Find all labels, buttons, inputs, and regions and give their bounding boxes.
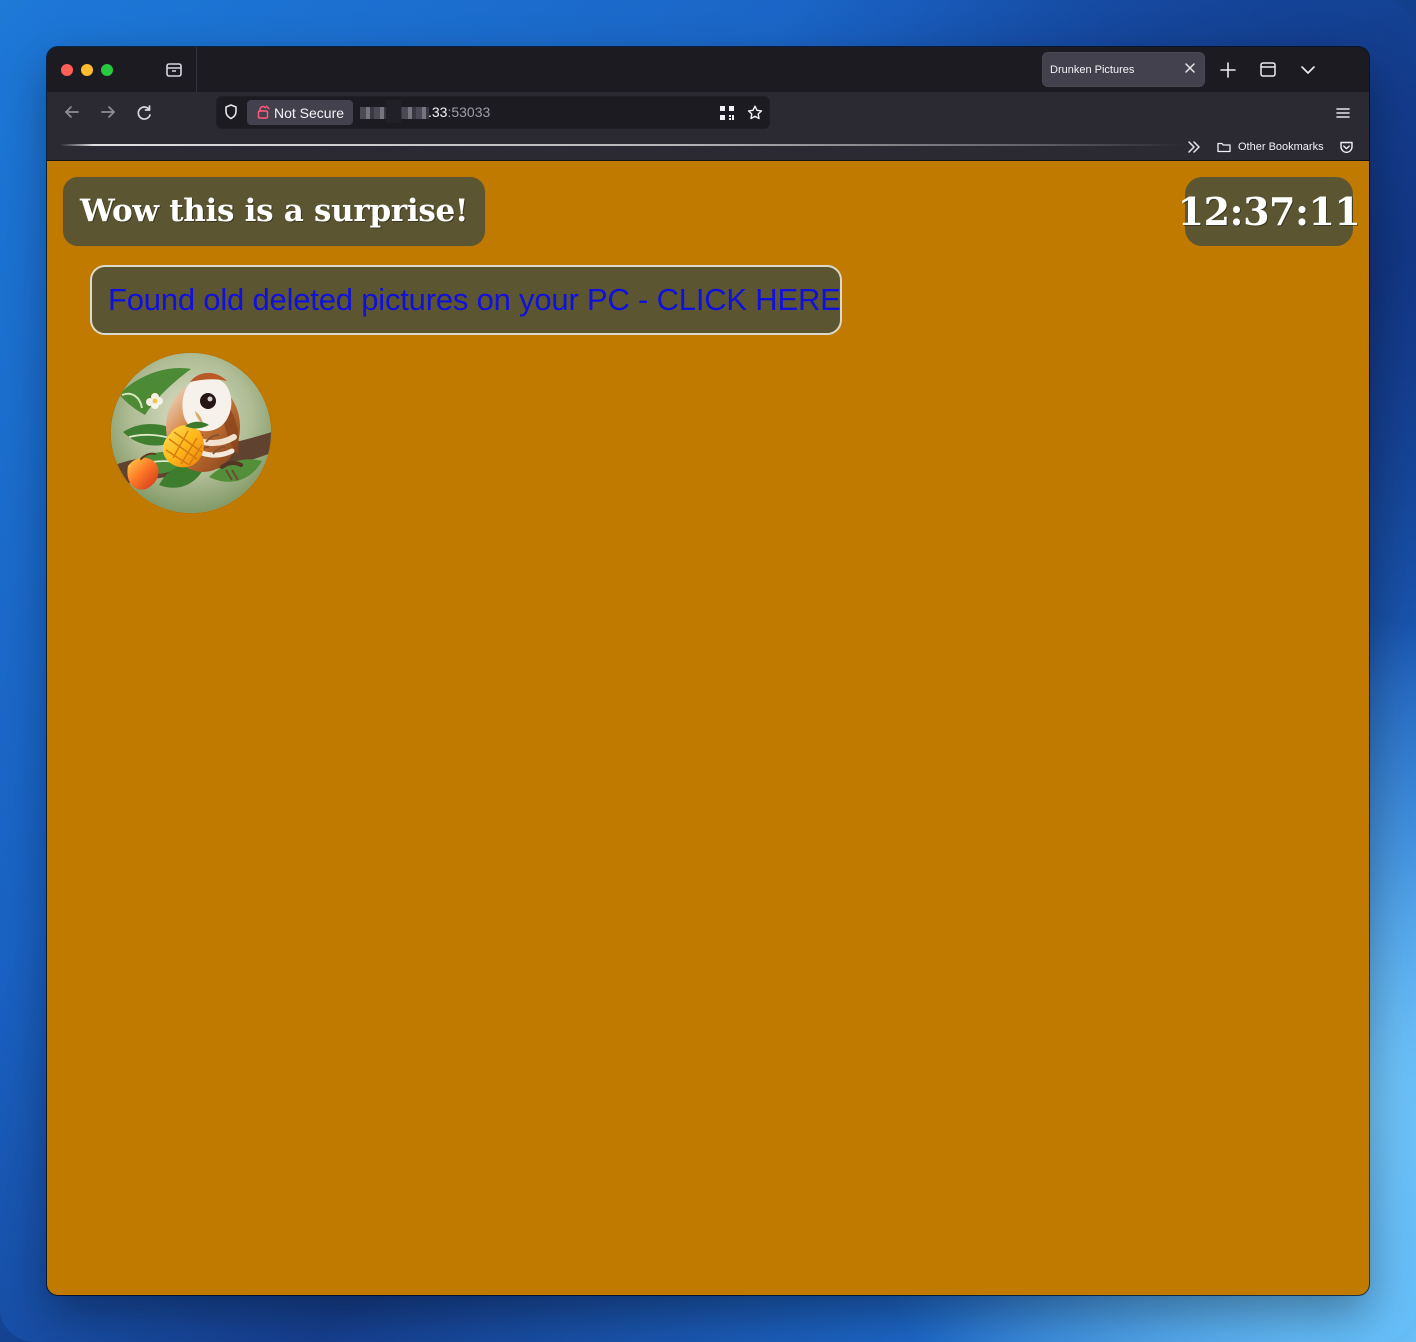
tab-bar: Drunken Pictures xyxy=(47,47,1369,93)
security-indicator[interactable]: Not Secure xyxy=(247,100,353,125)
close-window-button[interactable] xyxy=(61,64,73,76)
reload-icon[interactable] xyxy=(134,102,154,122)
other-bookmarks-folder[interactable]: Other Bookmarks xyxy=(1216,137,1324,157)
address-bar[interactable]: Not Secure .33:53033 xyxy=(216,96,770,129)
browser-window: Drunken Pictures Not Secure .33:53033 Ot… xyxy=(47,47,1369,1295)
double-chevron-right-icon[interactable] xyxy=(1186,139,1202,155)
bookmarks-toolbar: Other Bookmarks xyxy=(47,134,1369,161)
surprise-message-box: Wow this is a surprise! xyxy=(63,177,486,246)
folder-icon xyxy=(1216,139,1232,155)
tab-title: Drunken Pictures xyxy=(1050,64,1135,76)
url-redaction xyxy=(360,100,429,123)
deleted-pictures-link-text: Found old deleted pictures on your PC - … xyxy=(108,282,841,317)
navigation-toolbar: Not Secure .33:53033 xyxy=(47,92,1369,134)
zoom-window-button[interactable] xyxy=(101,64,113,76)
time-display-box: 12:37:11 xyxy=(1178,177,1361,246)
broken-lock-icon xyxy=(255,104,271,120)
chevron-down-icon[interactable] xyxy=(1297,59,1319,81)
tab-overview-icon[interactable] xyxy=(163,59,185,81)
security-label: Not Secure xyxy=(274,105,345,121)
close-icon[interactable] xyxy=(1183,61,1197,75)
menu-icon[interactable] xyxy=(1333,103,1353,123)
new-tab-plus-icon[interactable] xyxy=(1217,59,1239,81)
forward-arrow-icon[interactable] xyxy=(98,102,118,122)
bookmark-star-icon[interactable] xyxy=(746,104,764,122)
deleted-pictures-link[interactable]: Found old deleted pictures on your PC - … xyxy=(90,265,842,335)
loading-progress-line xyxy=(60,144,1185,146)
tabbar-divider xyxy=(196,47,197,92)
url-port: :53033 xyxy=(447,104,491,120)
tab-drunken-pictures[interactable]: Drunken Pictures xyxy=(1042,52,1205,87)
sidebar-view-icon[interactable] xyxy=(1257,59,1279,81)
time-display: 12:37:11 xyxy=(1177,188,1361,234)
owl-mango-image xyxy=(111,353,271,513)
url-text[interactable]: .33:53033 xyxy=(428,104,490,120)
back-arrow-icon[interactable] xyxy=(62,102,82,122)
shield-icon[interactable] xyxy=(222,103,240,121)
qr-code-icon[interactable] xyxy=(718,104,736,122)
page-content: Wow this is a surprise! 12:37:11 Found o… xyxy=(47,161,1369,1295)
minimize-window-button[interactable] xyxy=(81,64,93,76)
url-host-suffix: .33 xyxy=(428,104,448,120)
pocket-icon[interactable] xyxy=(1338,139,1355,156)
surprise-message: Wow this is a surprise! xyxy=(80,193,469,229)
other-bookmarks-label: Other Bookmarks xyxy=(1238,141,1324,153)
